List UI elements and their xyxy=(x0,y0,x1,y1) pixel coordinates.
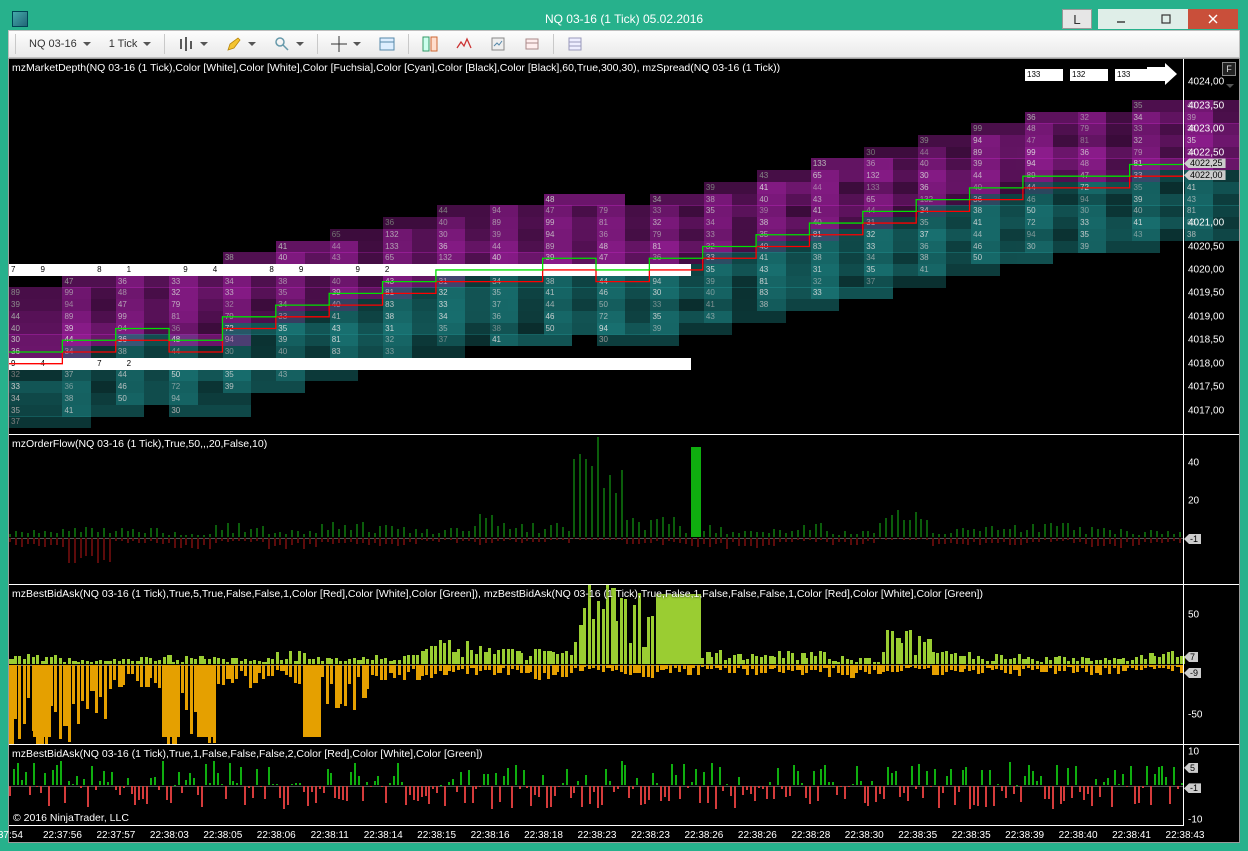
close-button[interactable] xyxy=(1188,9,1238,29)
panel-best-bid-ask-histogram[interactable]: mzBestBidAsk(NQ 03-16 (1 Tick),True,5,Tr… xyxy=(9,584,1239,744)
y-axis-label: 10 xyxy=(1188,746,1199,757)
crosshair-button[interactable] xyxy=(324,33,368,55)
x-axis-label: 22:38:18 xyxy=(524,830,563,841)
interval-selector[interactable]: 1 Tick xyxy=(102,33,159,55)
x-axis[interactable]: :37:5422:37:5622:37:5722:38:0322:38:0522… xyxy=(9,825,1183,842)
grid-icon xyxy=(567,36,583,52)
pencil-icon xyxy=(226,36,242,52)
panel-order-flow[interactable]: mzOrderFlow(NQ 03-16 (1 Tick),True,50,,,… xyxy=(9,434,1239,584)
data-box-button[interactable] xyxy=(372,33,402,55)
x-axis-label: 22:38:30 xyxy=(845,830,884,841)
x-axis-label: 22:38:26 xyxy=(684,830,723,841)
panel1-label: mzMarketDepth(NQ 03-16 (1 Tick),Color [W… xyxy=(12,62,780,74)
x-axis-label: 22:38:06 xyxy=(257,830,296,841)
x-axis-label: 22:38:35 xyxy=(898,830,937,841)
window-title: NQ 03-16 (1 Tick) 05.02.2016 xyxy=(0,12,1248,26)
x-axis-label: 22:38:28 xyxy=(791,830,830,841)
right-arrow-icon xyxy=(1145,63,1179,88)
y-axis-label: 4022,50 xyxy=(1188,147,1224,158)
indicators-icon xyxy=(456,36,472,52)
instrument-selector[interactable]: NQ 03-16 xyxy=(22,33,98,55)
y-axis-label: 4021,00 xyxy=(1188,218,1224,229)
title-bar: NQ 03-16 (1 Tick) 05.02.2016 L xyxy=(8,8,1240,30)
panel3-label: mzBestBidAsk(NQ 03-16 (1 Tick),True,5,Tr… xyxy=(12,588,983,600)
x-axis-label: 22:38:41 xyxy=(1112,830,1151,841)
properties-button[interactable] xyxy=(517,33,547,55)
panel4-y-axis[interactable]: -10 10 5 -1 xyxy=(1183,745,1239,826)
x-axis-label: 22:38:39 xyxy=(1005,830,1044,841)
y-axis-label: 4018,50 xyxy=(1188,335,1224,346)
price-marker: 4022,00 xyxy=(1184,170,1226,180)
bar-style-button[interactable] xyxy=(171,33,215,55)
panel-menu-button[interactable] xyxy=(1222,79,1236,93)
chart-trader-icon xyxy=(422,36,438,52)
chart-trader-button[interactable] xyxy=(415,33,445,55)
maximize-button[interactable] xyxy=(1143,9,1188,29)
properties-icon xyxy=(524,36,540,52)
y-axis-label: 4020,00 xyxy=(1188,264,1224,275)
strategies-button[interactable] xyxy=(483,33,513,55)
magnifier-icon xyxy=(274,36,290,52)
panel2-label: mzOrderFlow(NQ 03-16 (1 Tick),True,50,,,… xyxy=(12,438,267,450)
layout-button[interactable]: L xyxy=(1062,9,1092,29)
app-icon xyxy=(12,11,28,27)
draw-tool-button[interactable] xyxy=(219,33,263,55)
copyright-label: © 2016 NinjaTrader, LLC xyxy=(13,812,129,824)
panel2-y-axis[interactable]: 20 40 -1 xyxy=(1183,435,1239,584)
panel3-y-axis[interactable]: -50 50 7 -9 xyxy=(1183,585,1239,744)
x-axis-label: :37:54 xyxy=(0,830,23,841)
y-axis-label: 4024,00 xyxy=(1188,77,1224,88)
y-axis-label: 4023,00 xyxy=(1188,124,1224,135)
y-axis-label: 50 xyxy=(1188,610,1199,621)
y-axis-label: 40 xyxy=(1188,458,1199,469)
value-marker: -1 xyxy=(1184,783,1201,793)
y-axis-label: 20 xyxy=(1188,495,1199,506)
value-marker: -9 xyxy=(1184,668,1201,678)
chart-area[interactable]: F mzMarketDepth(NQ 03-16 (1 Tick),Color … xyxy=(8,58,1240,843)
zoom-tool-button[interactable] xyxy=(267,33,311,55)
x-axis-label: 22:38:40 xyxy=(1059,830,1098,841)
y-axis-label: -10 xyxy=(1188,815,1202,826)
x-axis-label: 22:38:23 xyxy=(578,830,617,841)
toolbar: NQ 03-16 1 Tick xyxy=(8,30,1240,58)
x-axis-label: 22:38:14 xyxy=(364,830,403,841)
strategies-icon xyxy=(490,36,506,52)
panel1-y-axis[interactable]: 4017,00 4017,50 4018,00 4018,50 4019,00 4019,… xyxy=(1183,59,1239,434)
y-axis-label: 4020,50 xyxy=(1188,241,1224,252)
x-axis-label: 22:37:56 xyxy=(43,830,82,841)
x-axis-label: 22:38:23 xyxy=(631,830,670,841)
panel-market-depth[interactable]: F mzMarketDepth(NQ 03-16 (1 Tick),Color … xyxy=(9,59,1239,434)
y-axis-label: -50 xyxy=(1188,710,1202,721)
x-axis-label: 22:38:16 xyxy=(471,830,510,841)
x-axis-label: 22:38:11 xyxy=(311,830,349,841)
x-axis-label: 22:37:57 xyxy=(96,830,135,841)
y-axis-label: 4019,00 xyxy=(1188,311,1224,322)
y-axis-label: 4017,00 xyxy=(1188,405,1224,416)
bars-icon xyxy=(178,36,194,52)
dom-button[interactable] xyxy=(560,33,590,55)
top-size-box: 132 xyxy=(1070,69,1108,81)
price-marker: 4022,25 xyxy=(1184,158,1226,168)
x-axis-label: 22:38:05 xyxy=(203,830,242,841)
panel-best-bid-ask-ticks[interactable]: mzBestBidAsk(NQ 03-16 (1 Tick),True,1,Fa… xyxy=(9,744,1239,826)
value-marker: 5 xyxy=(1184,763,1198,773)
crosshair-icon xyxy=(331,36,347,52)
value-marker: -1 xyxy=(1184,534,1201,544)
minimize-button[interactable] xyxy=(1098,9,1143,29)
x-axis-label: 22:38:35 xyxy=(952,830,991,841)
y-axis-label: 4019,50 xyxy=(1188,288,1224,299)
format-button[interactable]: F xyxy=(1222,62,1236,76)
x-axis-label: 22:38:26 xyxy=(738,830,777,841)
x-axis-label: 22:38:15 xyxy=(417,830,456,841)
y-axis-label: 4023,50 xyxy=(1188,100,1224,111)
x-axis-label: 22:38:43 xyxy=(1166,830,1205,841)
indicators-button[interactable] xyxy=(449,33,479,55)
panel4-label: mzBestBidAsk(NQ 03-16 (1 Tick),True,1,Fa… xyxy=(12,748,483,760)
y-axis-label: 4018,00 xyxy=(1188,358,1224,369)
x-axis-label: 22:38:03 xyxy=(150,830,189,841)
value-marker: 7 xyxy=(1184,652,1198,662)
y-axis-label: 4017,50 xyxy=(1188,382,1224,393)
data-box-icon xyxy=(379,36,395,52)
top-size-box: 133 xyxy=(1025,69,1063,81)
